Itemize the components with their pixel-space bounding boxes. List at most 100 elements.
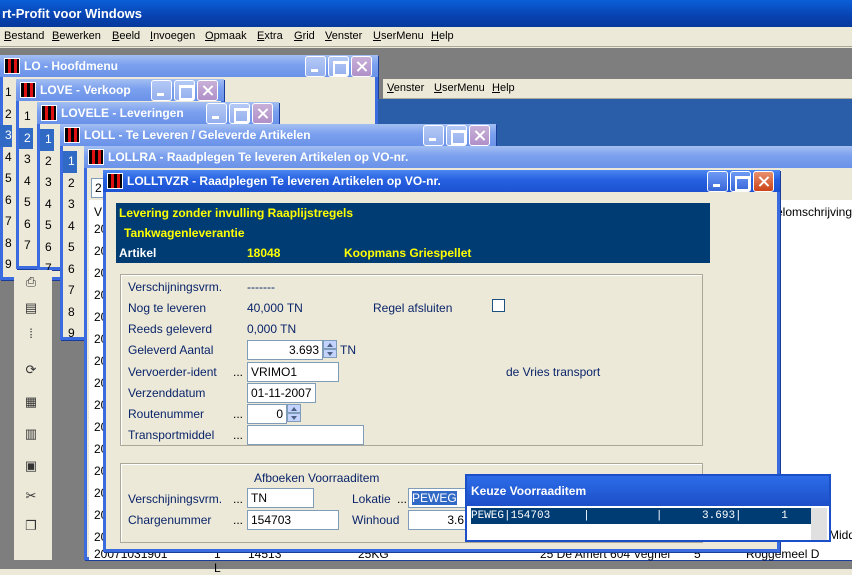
- spin-down-icon[interactable]: [323, 349, 337, 358]
- menu-venster[interactable]: Venster: [325, 30, 362, 42]
- maximize-icon[interactable]: [328, 56, 349, 77]
- lokatie-lookup-icon[interactable]: ...: [397, 492, 407, 506]
- list-item[interactable]: 3: [63, 194, 77, 216]
- menu-beeld[interactable]: Beeld: [112, 30, 140, 42]
- list-item[interactable]: 9: [63, 323, 77, 345]
- maximize-icon[interactable]: [730, 171, 751, 192]
- list-item[interactable]: 4: [40, 194, 54, 216]
- list-item[interactable]: 3: [19, 149, 33, 171]
- close-icon[interactable]: [197, 80, 218, 101]
- popup-row-selected[interactable]: PEWEG|154703 | | 3.693| 1: [471, 508, 827, 524]
- list-item[interactable]: 7: [63, 280, 77, 302]
- list-item[interactable]: 2: [40, 151, 54, 173]
- voorraad-verschijningsvrm-input[interactable]: TN: [247, 488, 314, 508]
- app-title: rt-Profit voor Windows: [2, 6, 142, 21]
- list-item[interactable]: 5: [19, 192, 33, 214]
- delivery-form-group: [120, 274, 703, 446]
- list-item-selected[interactable]: 2: [19, 127, 33, 149]
- transportmiddel-lookup-icon[interactable]: ...: [233, 428, 243, 442]
- list-item[interactable]: 3: [40, 172, 54, 194]
- list-item[interactable]: 6: [19, 214, 33, 236]
- minimize-icon[interactable]: [707, 171, 728, 192]
- menu-extra[interactable]: Extra: [257, 30, 283, 42]
- inner-menu-venster[interactable]: Venster: [387, 82, 424, 94]
- winhoud-input[interactable]: 3.6: [408, 510, 468, 530]
- list-item[interactable]: 1: [19, 106, 33, 128]
- list-item[interactable]: 5: [0, 168, 12, 190]
- grid-view-icon[interactable]: ▤: [22, 300, 40, 316]
- regel-afsluiten-checkbox[interactable]: [492, 299, 505, 312]
- popup-scrollbar[interactable]: [811, 508, 827, 540]
- list-item[interactable]: 1: [0, 82, 12, 104]
- close-icon[interactable]: [469, 125, 490, 146]
- table-edit-icon[interactable]: ▦: [22, 394, 40, 410]
- menu-bewerken[interactable]: Bewerken: [52, 30, 101, 42]
- vervoerder-input[interactable]: VRIMO1: [247, 362, 339, 382]
- list-item[interactable]: 4: [0, 147, 12, 169]
- grid-column-header[interactable]: elomschrijving: [776, 205, 852, 219]
- list-item[interactable]: 2: [0, 104, 12, 126]
- list-item-selected[interactable]: 1: [40, 129, 54, 151]
- cut-icon[interactable]: ✂: [22, 488, 40, 504]
- list-item[interactable]: 5: [63, 237, 77, 259]
- minimize-icon[interactable]: [305, 56, 326, 77]
- menu-invoegen[interactable]: Invoegen: [150, 30, 195, 42]
- menu-opmaak[interactable]: Opmaak: [205, 30, 247, 42]
- geleverd-aantal-spinner[interactable]: [323, 340, 337, 359]
- menu-help[interactable]: Help: [431, 30, 454, 42]
- close-icon[interactable]: [351, 56, 372, 77]
- list-item[interactable]: 6: [63, 259, 77, 281]
- list-item[interactable]: 6: [0, 190, 12, 212]
- inner-menu-help[interactable]: Help: [492, 82, 515, 94]
- vervoerder-lookup-icon[interactable]: ...: [233, 365, 243, 379]
- maximize-icon[interactable]: [174, 80, 195, 101]
- minimize-icon[interactable]: [151, 80, 172, 101]
- menu-grid[interactable]: Grid: [294, 30, 315, 42]
- list-item[interactable]: 8: [0, 233, 12, 255]
- leveringen-controls: [204, 103, 273, 124]
- routenummer-spinner[interactable]: [287, 404, 301, 423]
- dots-icon[interactable]: ⁞: [22, 326, 40, 342]
- maximize-icon[interactable]: [446, 125, 467, 146]
- list-item[interactable]: 4: [63, 216, 77, 238]
- list-item[interactable]: 5: [40, 215, 54, 237]
- maximize-icon[interactable]: [229, 103, 250, 124]
- print-icon[interactable]: ⎙: [22, 274, 40, 290]
- list-item-selected[interactable]: 1: [63, 151, 77, 173]
- transportmiddel-input[interactable]: [247, 425, 364, 445]
- list-item[interactable]: 9: [0, 254, 12, 276]
- routenummer-lookup-icon[interactable]: ...: [233, 407, 243, 421]
- spin-down-icon[interactable]: [287, 413, 301, 422]
- dialog-title-bar[interactable]: LOLLTVZR - Raadplegen Te leveren Artikel…: [103, 170, 780, 192]
- verzenddatum-input[interactable]: 01-11-2007: [247, 383, 316, 403]
- refresh-icon[interactable]: ⟳: [22, 362, 40, 378]
- chargenummer-input[interactable]: 154703: [247, 510, 339, 530]
- minimize-icon[interactable]: [423, 125, 444, 146]
- list-item[interactable]: 7: [19, 235, 33, 257]
- dialog-controls: [705, 171, 774, 192]
- copy-icon[interactable]: ❐: [22, 518, 40, 534]
- chargenummer-lookup-icon[interactable]: ...: [233, 513, 243, 527]
- list-item-selected[interactable]: 3: [0, 125, 12, 147]
- minimize-icon[interactable]: [206, 103, 227, 124]
- window-icon[interactable]: ▣: [22, 458, 40, 474]
- chart-icon[interactable]: ▥: [22, 426, 40, 442]
- list-item[interactable]: 7: [0, 211, 12, 233]
- grid-cell[interactable]: Middel: [829, 528, 852, 542]
- spin-up-icon[interactable]: [323, 340, 337, 349]
- routenummer-input[interactable]: 0: [247, 404, 287, 424]
- spin-up-icon[interactable]: [287, 404, 301, 413]
- voorraad-vv-lookup-icon[interactable]: ...: [233, 492, 243, 506]
- list-item[interactable]: 4: [19, 171, 33, 193]
- raadplegen-title-bar[interactable]: LOLLRA - Raadplegen Te leveren Artikelen…: [84, 146, 852, 168]
- geleverd-aantal-input[interactable]: 3.693: [247, 340, 323, 360]
- inner-menu-usermenu[interactable]: UserMenu: [434, 82, 485, 94]
- list-item[interactable]: 2: [63, 173, 77, 195]
- close-icon[interactable]: [252, 103, 273, 124]
- list-item[interactable]: 8: [63, 302, 77, 324]
- list-item[interactable]: 6: [40, 237, 54, 259]
- lokatie-input[interactable]: PEWEG: [408, 488, 468, 508]
- close-icon[interactable]: [753, 171, 774, 192]
- menu-usermenu[interactable]: UserMenu: [373, 30, 424, 42]
- menu-bestand[interactable]: Bestand: [4, 30, 44, 42]
